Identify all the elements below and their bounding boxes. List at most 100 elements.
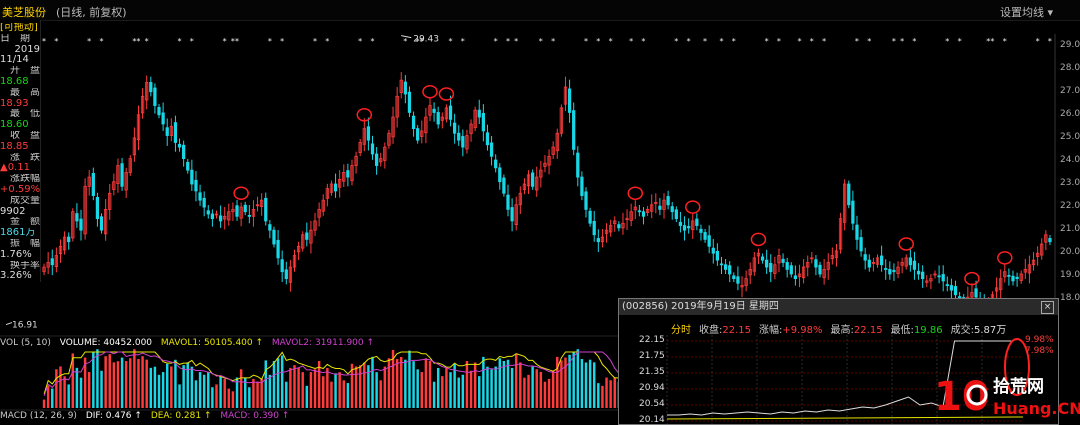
- volume-bar: [519, 362, 522, 408]
- volume-bar: [268, 374, 272, 408]
- quote-info-panel[interactable]: [可拖动] 日 期 2019 11/14 开 盘 18.68 最 高 18.93 最 低 18.6…: [0, 20, 41, 282]
- candle-body: [79, 218, 83, 231]
- candle-body: [703, 232, 707, 240]
- volume-indicator-name[interactable]: VOL (5, 10): [0, 338, 51, 348]
- candle-body: [1007, 274, 1011, 277]
- special-day-marker: *: [551, 37, 555, 46]
- candle-body: [765, 259, 769, 268]
- special-day-marker: *: [990, 37, 994, 46]
- special-day-marker: *: [145, 37, 149, 46]
- volume-bar: [67, 384, 70, 408]
- info-panel-item: 3.26%: [0, 271, 32, 282]
- volume-bar: [465, 360, 469, 408]
- info-panel-item: [可拖动]: [0, 23, 38, 33]
- candle-body: [243, 204, 247, 213]
- info-panel-item: 18.85: [0, 141, 29, 152]
- volume-bar: [124, 361, 128, 408]
- candle-body: [711, 247, 715, 254]
- special-day-marker: *: [765, 37, 769, 46]
- volume-bar: [92, 352, 95, 408]
- info-panel-item: 1861万: [0, 228, 36, 239]
- volume-bar: [543, 381, 547, 408]
- special-day-marker: *: [1003, 37, 1007, 46]
- candle-body: [723, 264, 728, 270]
- volume-bar: [346, 383, 350, 408]
- special-day-marker: *: [54, 37, 58, 46]
- candle-body: [814, 259, 818, 268]
- volume-bar: [104, 356, 107, 408]
- volume-bar: [506, 359, 510, 408]
- volume-bar: [182, 365, 185, 408]
- special-day-marker: *: [945, 37, 949, 46]
- candle-body: [461, 136, 465, 148]
- special-day-marker: *: [190, 37, 194, 46]
- volume-bar: [264, 360, 267, 408]
- volume-bar: [129, 358, 132, 408]
- volume-bar: [157, 374, 161, 408]
- candle-body: [448, 105, 453, 120]
- price-axis-tick: 20.00: [1060, 247, 1080, 258]
- volume-bar: [178, 384, 181, 408]
- volume-bar: [272, 361, 276, 408]
- candle-body: [567, 88, 572, 113]
- intraday-price-tick: 21.75: [639, 351, 665, 361]
- intraday-price-tick: 20.14: [639, 415, 665, 425]
- intraday-pct-tick: 7.98%: [1025, 346, 1054, 356]
- volume-bar: [445, 367, 448, 408]
- candle-body: [436, 112, 440, 125]
- price-axis-tick: 22.00: [1060, 201, 1080, 212]
- close-icon[interactable]: ×: [1041, 301, 1054, 314]
- candle-body: [190, 169, 194, 185]
- candle-body: [194, 179, 198, 192]
- candle-body: [572, 110, 576, 150]
- candle-body: [859, 237, 863, 252]
- special-day-marker: *: [900, 37, 904, 46]
- candle-body: [370, 143, 375, 155]
- volume-bar: [556, 356, 559, 408]
- volume-bar: [285, 381, 288, 408]
- volume-bar: [379, 380, 382, 408]
- candle-body: [366, 126, 371, 141]
- price-axis-tick: 26.00: [1060, 108, 1080, 119]
- candle-body: [732, 275, 736, 280]
- special-day-marker: *: [797, 37, 801, 46]
- candle-body: [494, 159, 498, 169]
- volume-bar: [149, 367, 153, 408]
- volume-bar: [609, 380, 612, 408]
- volume-bar: [387, 358, 391, 408]
- candle-body: [584, 191, 588, 210]
- volume-bar: [145, 359, 148, 408]
- volume-bar: [338, 372, 341, 408]
- candle-body: [153, 87, 157, 106]
- volume-bar: [473, 362, 477, 408]
- volume-bar: [322, 376, 325, 408]
- price-axis-tick: 21.00: [1060, 224, 1080, 235]
- volume-bar: [87, 372, 91, 408]
- candle-body: [202, 197, 206, 208]
- special-day-marker: *: [719, 37, 723, 46]
- candle-body: [760, 256, 765, 261]
- special-day-marker: *: [514, 37, 518, 46]
- volume-bar: [313, 369, 317, 408]
- volume-bar: [375, 372, 378, 408]
- candle-body: [728, 265, 732, 275]
- candle-body: [502, 177, 506, 194]
- special-day-marker: *: [223, 37, 227, 46]
- volume-bar: [428, 360, 432, 408]
- low-price-label: 16.91: [12, 321, 38, 331]
- volume-bar: [551, 370, 555, 408]
- volume-bar: [408, 350, 411, 408]
- settings-ma-dropdown[interactable]: 设置均线 ▾: [1000, 4, 1053, 20]
- candles: [42, 72, 1052, 316]
- special-day-marker: *: [268, 37, 272, 46]
- popup-title[interactable]: (002856) 2019年9月19日 星期四 ×: [619, 299, 1058, 315]
- price-axis-tick: 24.00: [1060, 154, 1080, 165]
- volume-bar: [342, 380, 345, 408]
- special-day-marker: *: [958, 37, 962, 46]
- volume-bar: [100, 370, 103, 408]
- info-panel-item: 涨 跌: [10, 152, 40, 163]
- special-day-marker: *: [280, 37, 284, 46]
- stock-name[interactable]: 美芝股份: [2, 4, 46, 20]
- macd-indicator-name[interactable]: MACD (12, 26, 9): [0, 411, 77, 421]
- candle-body: [945, 284, 949, 287]
